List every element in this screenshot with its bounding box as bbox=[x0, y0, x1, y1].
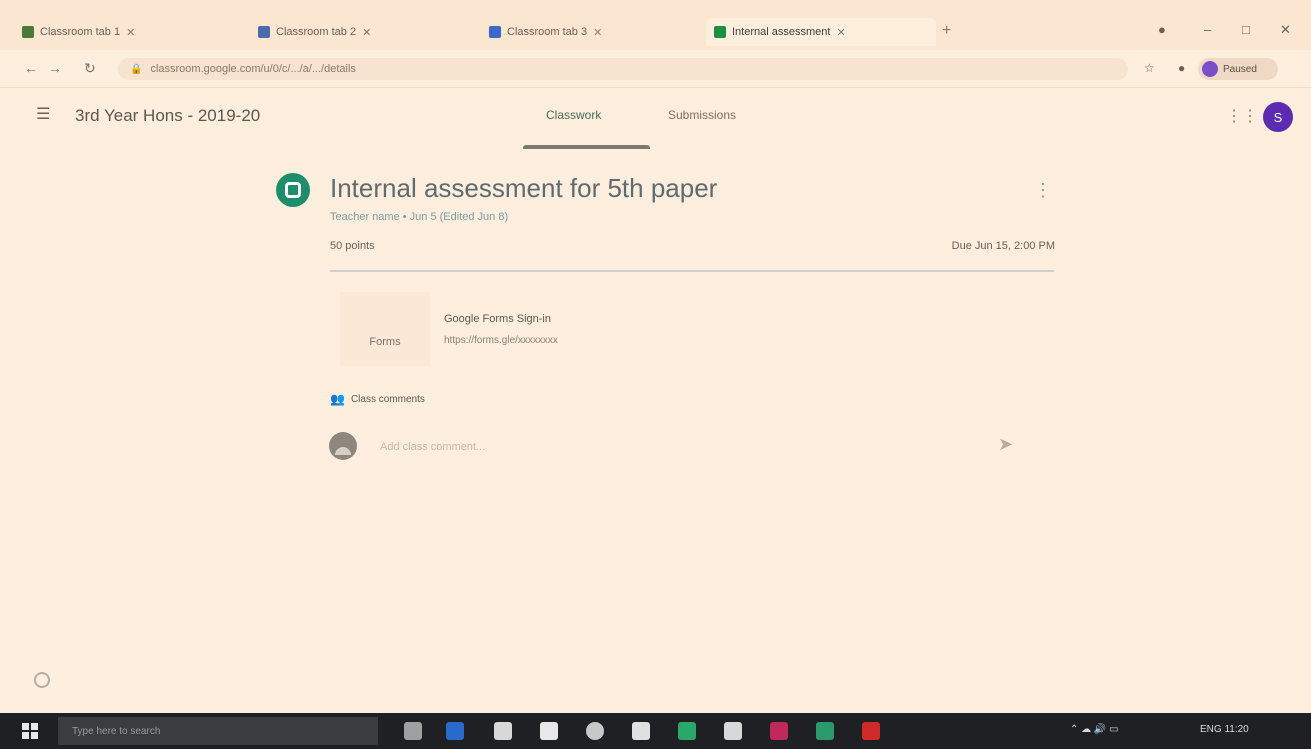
attachment-thumb-label: Forms bbox=[369, 336, 401, 348]
classroom-header: ☰ 3rd Year Hons - 2019-20 Classwork Subm… bbox=[0, 88, 1311, 150]
class-comments-header: 👥 Class comments bbox=[330, 392, 425, 406]
browser-tab-2[interactable]: Classroom tab 2 ✕ bbox=[250, 18, 475, 46]
browser-tab-strip: Classroom tab 1 ✕ Classroom tab 2 ✕ Clas… bbox=[0, 0, 1311, 50]
reload-icon[interactable]: ↻ bbox=[84, 60, 96, 77]
profile-label: Paused bbox=[1223, 63, 1257, 75]
comment-avatar bbox=[329, 432, 357, 460]
assignment-due-date: Due Jun 15, 2:00 PM bbox=[951, 240, 1055, 252]
browser-tab-4[interactable]: Internal assessment ✕ bbox=[706, 18, 936, 46]
attachment-card[interactable]: Forms Google Forms Sign-in https://forms… bbox=[340, 292, 640, 366]
taskview-icon[interactable] bbox=[404, 722, 422, 740]
active-tab-indicator bbox=[523, 145, 650, 149]
comment-input[interactable] bbox=[380, 436, 980, 458]
close-tab-icon[interactable]: ✕ bbox=[126, 26, 135, 39]
menu-icon[interactable]: ☰ bbox=[36, 104, 50, 124]
forward-icon[interactable]: → bbox=[48, 60, 62, 76]
browser-tab-1[interactable]: Classroom tab 1 ✕ bbox=[14, 18, 244, 46]
close-tab-icon[interactable]: ✕ bbox=[593, 26, 602, 39]
tab-favicon-icon bbox=[489, 26, 501, 38]
attachment-thumbnail: Forms bbox=[340, 292, 430, 366]
tab-submissions[interactable]: Submissions bbox=[668, 108, 736, 122]
tab-title: Classroom tab 2 bbox=[276, 26, 357, 38]
people-icon: 👥 bbox=[330, 392, 345, 406]
lock-icon: 🔒 bbox=[130, 63, 143, 75]
assignment-title: Internal assessment for 5th paper bbox=[330, 173, 718, 203]
extension-icon[interactable]: ● bbox=[1178, 61, 1185, 75]
pdf-icon[interactable] bbox=[862, 722, 880, 740]
assignment-points: 50 points bbox=[330, 240, 375, 252]
avatar[interactable]: S bbox=[1263, 102, 1293, 132]
taskbar-search[interactable]: Type here to search bbox=[58, 717, 378, 745]
new-tab-icon[interactable]: + bbox=[942, 22, 951, 40]
apps-grid-icon[interactable]: ⋮⋮ bbox=[1226, 106, 1258, 126]
address-bar-row: ← → ↻ 🔒 classroom.google.com/u/0/c/.../a… bbox=[0, 50, 1311, 88]
send-icon[interactable]: ➤ bbox=[998, 434, 1013, 455]
tab-title: Classroom tab 1 bbox=[40, 26, 121, 38]
url-text: classroom.google.com/u/0/c/.../a/.../det… bbox=[150, 63, 356, 75]
maximize-icon[interactable]: □ bbox=[1242, 22, 1250, 37]
windows-taskbar: Type here to search ⌃ ☁ 🔊 ▭ ENG 11:20 bbox=[0, 713, 1311, 749]
taskbar-search-placeholder: Type here to search bbox=[72, 725, 161, 737]
window-dot-icon: ● bbox=[1158, 22, 1166, 37]
attachment-url: https://forms.gle/xxxxxxxx bbox=[444, 334, 558, 346]
edge-icon[interactable] bbox=[446, 722, 464, 740]
divider bbox=[330, 270, 1054, 272]
app-icon[interactable] bbox=[632, 722, 650, 740]
file-explorer-icon[interactable] bbox=[494, 722, 512, 740]
browser-tab-3[interactable]: Classroom tab 3 ✕ bbox=[481, 18, 701, 46]
system-tray[interactable]: ⌃ ☁ 🔊 ▭ bbox=[1070, 724, 1119, 735]
store-icon[interactable] bbox=[540, 722, 558, 740]
app-green-icon[interactable] bbox=[678, 722, 696, 740]
tab-title: Internal assessment bbox=[732, 26, 831, 38]
tab-favicon-icon bbox=[22, 26, 34, 38]
start-button-icon[interactable] bbox=[22, 723, 38, 739]
tab-favicon-icon bbox=[258, 26, 270, 38]
profile-avatar-icon bbox=[1202, 61, 1218, 77]
star-icon[interactable]: ☆ bbox=[1144, 61, 1155, 75]
attachment-title[interactable]: Google Forms Sign-in bbox=[444, 313, 558, 325]
chrome-icon[interactable] bbox=[586, 722, 604, 740]
assignment-icon bbox=[276, 173, 310, 207]
class-comments-label: Class comments bbox=[350, 393, 425, 405]
back-icon[interactable]: ← bbox=[24, 60, 38, 76]
profile-chip[interactable]: Paused bbox=[1198, 58, 1278, 80]
app-icon[interactable] bbox=[724, 722, 742, 740]
tab-title: Classroom tab 3 bbox=[507, 26, 588, 38]
close-tab-icon[interactable]: ✕ bbox=[836, 26, 845, 39]
app-green2-icon[interactable] bbox=[816, 722, 834, 740]
help-icon[interactable] bbox=[34, 672, 50, 688]
close-tab-icon[interactable]: ✕ bbox=[362, 26, 371, 39]
tab-classwork[interactable]: Classwork bbox=[546, 108, 601, 122]
app-red-icon[interactable] bbox=[770, 722, 788, 740]
more-options-icon[interactable]: ⋮ bbox=[1034, 180, 1052, 201]
class-name[interactable]: 3rd Year Hons - 2019-20 bbox=[75, 106, 260, 126]
address-bar[interactable]: 🔒 classroom.google.com/u/0/c/.../a/.../d… bbox=[118, 58, 1128, 80]
minimize-icon[interactable]: – bbox=[1204, 22, 1211, 37]
tray-clock[interactable]: ENG 11:20 bbox=[1200, 724, 1249, 735]
assignment-meta: Teacher name • Jun 5 (Edited Jun 8) bbox=[330, 211, 509, 223]
close-window-icon[interactable]: ✕ bbox=[1280, 22, 1291, 38]
tab-favicon-icon bbox=[714, 26, 726, 38]
